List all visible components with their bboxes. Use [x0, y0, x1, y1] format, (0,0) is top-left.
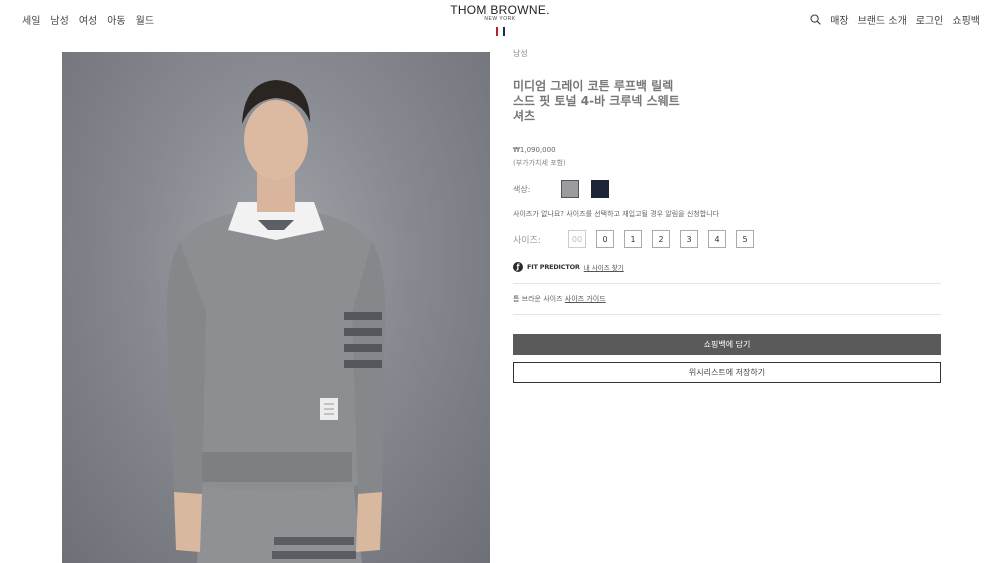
size-label: 사이즈:	[513, 235, 541, 246]
size-notify-note: 사이즈가 없나요? 사이즈를 선택하고 재입고될 경우 알림을 신청합니다	[513, 210, 720, 218]
add-to-bag-button[interactable]: 쇼핑백에 담기	[513, 334, 941, 355]
fit-predictor-icon: ƒ	[513, 262, 523, 272]
size-guide-text: 톰 브라운 사이즈	[513, 295, 563, 303]
size-option-4[interactable]: 4	[708, 230, 726, 248]
nav-item-stores[interactable]: 매장	[830, 12, 848, 27]
size-option-2[interactable]: 2	[652, 230, 670, 248]
fit-predictor: ƒ FIT PREDICTOR 내 사이즈 찾기	[513, 262, 941, 272]
nav-item-men[interactable]: 남성	[50, 12, 68, 27]
find-my-size-link[interactable]: 내 사이즈 찾기	[584, 262, 624, 272]
breadcrumb[interactable]: 남성	[513, 48, 941, 59]
divider	[513, 314, 941, 315]
color-selector: 색상:	[513, 180, 941, 198]
nav-item-about[interactable]: 브랜드 소개	[858, 12, 907, 27]
site-header: 세일 남성 여성 아동 월드 THOM BROWNE. NEW YORK 매장 …	[0, 0, 1000, 44]
fit-predictor-title: FIT PREDICTOR	[527, 263, 580, 271]
nav-item-kids[interactable]: 아동	[107, 12, 125, 27]
product-info: 남성 미디엄 그레이 코튼 루프백 릴렉스드 핏 토널 4-바 크루넥 스웨트셔…	[513, 48, 941, 383]
nav-item-bag[interactable]: 쇼핑백	[952, 12, 980, 27]
color-swatch-navy[interactable]	[591, 180, 609, 198]
model-photo-illustration	[166, 80, 386, 563]
size-option-5[interactable]: 5	[736, 230, 754, 248]
brand-logo[interactable]: THOM BROWNE. NEW YORK	[440, 3, 560, 36]
utility-nav: 매장 브랜드 소개 로그인 쇼핑백	[810, 12, 980, 27]
size-option-1[interactable]: 1	[624, 230, 642, 248]
nav-item-sale[interactable]: 세일	[22, 12, 40, 27]
vat-note: (부가가치세 포함)	[513, 159, 566, 167]
add-to-wishlist-button[interactable]: 위시리스트에 저장하기	[513, 362, 941, 383]
color-swatch-grey[interactable]	[561, 180, 579, 198]
product-title: 미디엄 그레이 코튼 루프백 릴렉스드 핏 토널 4-바 크루넥 스웨트셔츠	[513, 79, 680, 123]
size-guide-link[interactable]: 사이즈 가이드	[565, 295, 606, 303]
product-price: ₩1,090,000	[513, 146, 556, 154]
brand-name: THOM BROWNE.	[450, 3, 550, 17]
nav-item-women[interactable]: 여성	[79, 12, 97, 27]
tricolor-flag-icon	[440, 27, 560, 36]
color-label: 색상:	[513, 184, 531, 194]
product-image[interactable]	[62, 52, 490, 563]
size-guide-row: 톰 브라운 사이즈 사이즈 가이드	[513, 284, 941, 314]
size-option-00[interactable]: 00	[568, 230, 586, 248]
nav-item-login[interactable]: 로그인	[916, 12, 944, 27]
main-nav: 세일 남성 여성 아동 월드	[22, 12, 154, 27]
size-selector: 사이즈: 00 0 1 2 3 4 5	[513, 230, 941, 248]
nav-item-world[interactable]: 월드	[136, 12, 154, 27]
size-option-0[interactable]: 0	[596, 230, 614, 248]
size-option-3[interactable]: 3	[680, 230, 698, 248]
search-icon[interactable]	[810, 14, 821, 25]
